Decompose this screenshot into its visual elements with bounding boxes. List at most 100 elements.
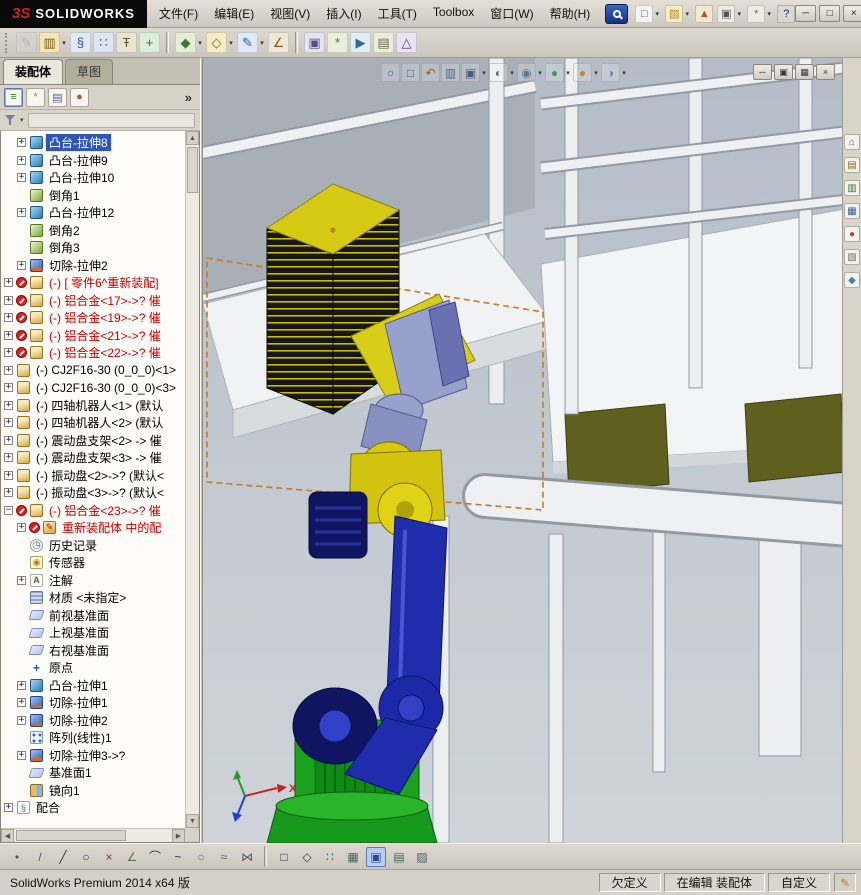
dropdown-caret[interactable] (765, 10, 773, 18)
tree-item[interactable]: + 重新装配体 中的配 (1, 519, 185, 537)
arc-icon[interactable]: ⌒ (145, 847, 165, 867)
tree-item[interactable]: 上视基准面 (1, 624, 185, 642)
view-orientation-icon[interactable]: ▣ (461, 63, 480, 82)
tree-expander[interactable]: − (4, 505, 13, 515)
sketch-point-icon[interactable]: • (7, 847, 27, 867)
tree-expander[interactable]: + (17, 698, 26, 708)
tree-item[interactable]: + (-) CJ2F16-30 (0_0_0)<3> (1, 379, 185, 397)
print-button[interactable]: ▣ (717, 4, 736, 23)
scrollbar-thumb[interactable] (16, 830, 126, 841)
tree-item[interactable]: + (-) 四轴机器人<2> (默认 (1, 414, 185, 432)
linear-component-pattern-icon[interactable]: ∷ (93, 32, 114, 53)
apply-scene-icon[interactable]: ● (573, 63, 592, 82)
tree-item[interactable]: + (-) 四轴机器人<1> (默认 (1, 397, 185, 415)
propertymanager-tab[interactable]: * (26, 87, 45, 107)
sketch-fillet-icon[interactable]: ∠ (122, 847, 142, 867)
assembly-features-icon[interactable]: ◆ (175, 32, 196, 53)
tree-expander[interactable]: + (4, 330, 13, 340)
tree-expander[interactable]: + (17, 750, 26, 760)
menu-window[interactable]: 窗口(W) (482, 0, 541, 27)
featuremanager-tree-tab[interactable]: ≡ (4, 87, 23, 107)
tree-item[interactable]: 历史记录 (1, 537, 185, 555)
dropdown-caret[interactable] (196, 39, 204, 47)
tree-item[interactable]: + 凸台-拉伸1 (1, 677, 185, 695)
floor-panel-2[interactable] (744, 393, 846, 483)
resources-home-icon[interactable]: ⌂ (844, 134, 860, 150)
tree-expander[interactable]: + (17, 523, 26, 533)
tree-item[interactable]: + (-) 振动盘<3>->? (默认< (1, 484, 185, 502)
tree-item[interactable]: + 凸台-拉伸8 (1, 134, 185, 152)
doc-close-button[interactable]: × (816, 64, 835, 80)
menu-toolbox[interactable]: Toolbox (425, 0, 482, 27)
smart-fasteners-icon[interactable]: Ŧ (116, 32, 137, 53)
menu-tools[interactable]: 工具(T) (370, 0, 425, 27)
tree-item[interactable]: 传感器 (1, 554, 185, 572)
hide-show-items-icon[interactable]: ◉ (517, 63, 536, 82)
tree-expander[interactable]: + (4, 348, 13, 358)
tree-item[interactable]: + 切除-拉伸1 (1, 694, 185, 712)
tree-item[interactable]: 基准面1 (1, 764, 185, 782)
dropdown-caret[interactable] (227, 39, 235, 47)
tree-expander[interactable]: + (4, 383, 13, 393)
spline-icon[interactable]: ~ (168, 847, 188, 867)
polygon-icon[interactable]: ◇ (297, 847, 317, 867)
tree-item[interactable]: + (-) 震动盘支架<3> -> 催 (1, 449, 185, 467)
tree-item[interactable]: + (-) 铝合金<22>->? 催 (1, 344, 185, 362)
tree-item[interactable]: − (-) 铝合金<23>->? 催 (1, 502, 185, 520)
menu-insert[interactable]: 插入(I) (318, 0, 369, 27)
motion-study-icon[interactable]: ▶ (350, 32, 371, 53)
dropdown-caret[interactable] (564, 69, 572, 77)
offset-entities-icon[interactable]: ≈ (214, 847, 234, 867)
appearances-tab[interactable]: ● (70, 87, 89, 107)
tree-expander[interactable]: + (4, 365, 13, 375)
tree-item[interactable]: + (-) [ 零件6^重新装配] (1, 274, 185, 292)
tree-item[interactable]: 阵列(线性)1 (1, 729, 185, 747)
mate-icon[interactable]: § (70, 32, 91, 53)
filter-icon[interactable] (5, 114, 16, 126)
open-document-button[interactable]: ▧ (665, 4, 684, 23)
appearances-icon[interactable]: ● (844, 226, 860, 242)
tree-expander[interactable]: + (17, 715, 26, 725)
doc-tile-button[interactable]: ▦ (795, 64, 814, 80)
interference-detection-icon[interactable]: ▣ (304, 32, 325, 53)
tree-expander[interactable]: + (4, 488, 13, 498)
tree-item[interactable]: + 切除-拉伸3->? (1, 747, 185, 765)
mirror-entities-icon[interactable]: ⋈ (237, 847, 257, 867)
dropdown-caret[interactable] (508, 69, 516, 77)
tree-expander[interactable]: + (4, 278, 13, 288)
tree-item[interactable]: + 切除-拉伸2 (1, 257, 185, 275)
panel-overflow-button[interactable]: » (181, 90, 196, 105)
filter-input[interactable] (27, 112, 195, 128)
dropdown-caret[interactable] (735, 10, 743, 18)
status-editing[interactable]: 在编辑 装配体 (663, 873, 765, 892)
corner-rectangle-icon[interactable]: □ (274, 847, 294, 867)
zoom-to-area-icon[interactable]: □ (401, 63, 420, 82)
close-button[interactable]: × (843, 5, 861, 22)
tree-expander[interactable]: + (17, 575, 26, 585)
dropdown-caret[interactable] (60, 39, 68, 47)
previous-view-icon[interactable]: ↶ (421, 63, 440, 82)
move-component-icon[interactable]: + (139, 32, 160, 53)
edit-appearance-icon[interactable]: ● (545, 63, 564, 82)
tables-icon[interactable]: ▤ (389, 847, 409, 867)
tree-item[interactable]: + (-) 震动盘支架<2> -> 催 (1, 432, 185, 450)
centerline-icon[interactable]: / (30, 847, 50, 867)
scroll-up-button[interactable]: ▲ (186, 131, 199, 145)
forum-icon[interactable]: ◆ (844, 272, 860, 288)
tree-expander[interactable]: + (4, 470, 13, 480)
grid-snap-icon[interactable]: ▦ (343, 847, 363, 867)
exploded-view-icon[interactable]: * (327, 32, 348, 53)
dropdown-caret[interactable] (480, 69, 488, 77)
scrollbar-thumb[interactable] (187, 147, 198, 193)
scroll-down-button[interactable]: ▼ (186, 814, 199, 828)
menu-view[interactable]: 视图(V) (262, 0, 318, 27)
tree-vertical-scrollbar[interactable]: ▲ ▼ (185, 131, 199, 828)
view-settings-icon[interactable]: ◑ (601, 63, 620, 82)
dropdown-caret[interactable] (592, 69, 600, 77)
tree-expander[interactable]: + (17, 260, 26, 270)
tree-item[interactable]: + 凸台-拉伸9 (1, 152, 185, 170)
tree-expander[interactable]: + (4, 453, 13, 463)
scroll-left-button[interactable]: ◀ (1, 829, 14, 842)
file-explorer-icon[interactable]: ▥ (844, 180, 860, 196)
menu-help[interactable]: 帮助(H) (542, 0, 599, 27)
